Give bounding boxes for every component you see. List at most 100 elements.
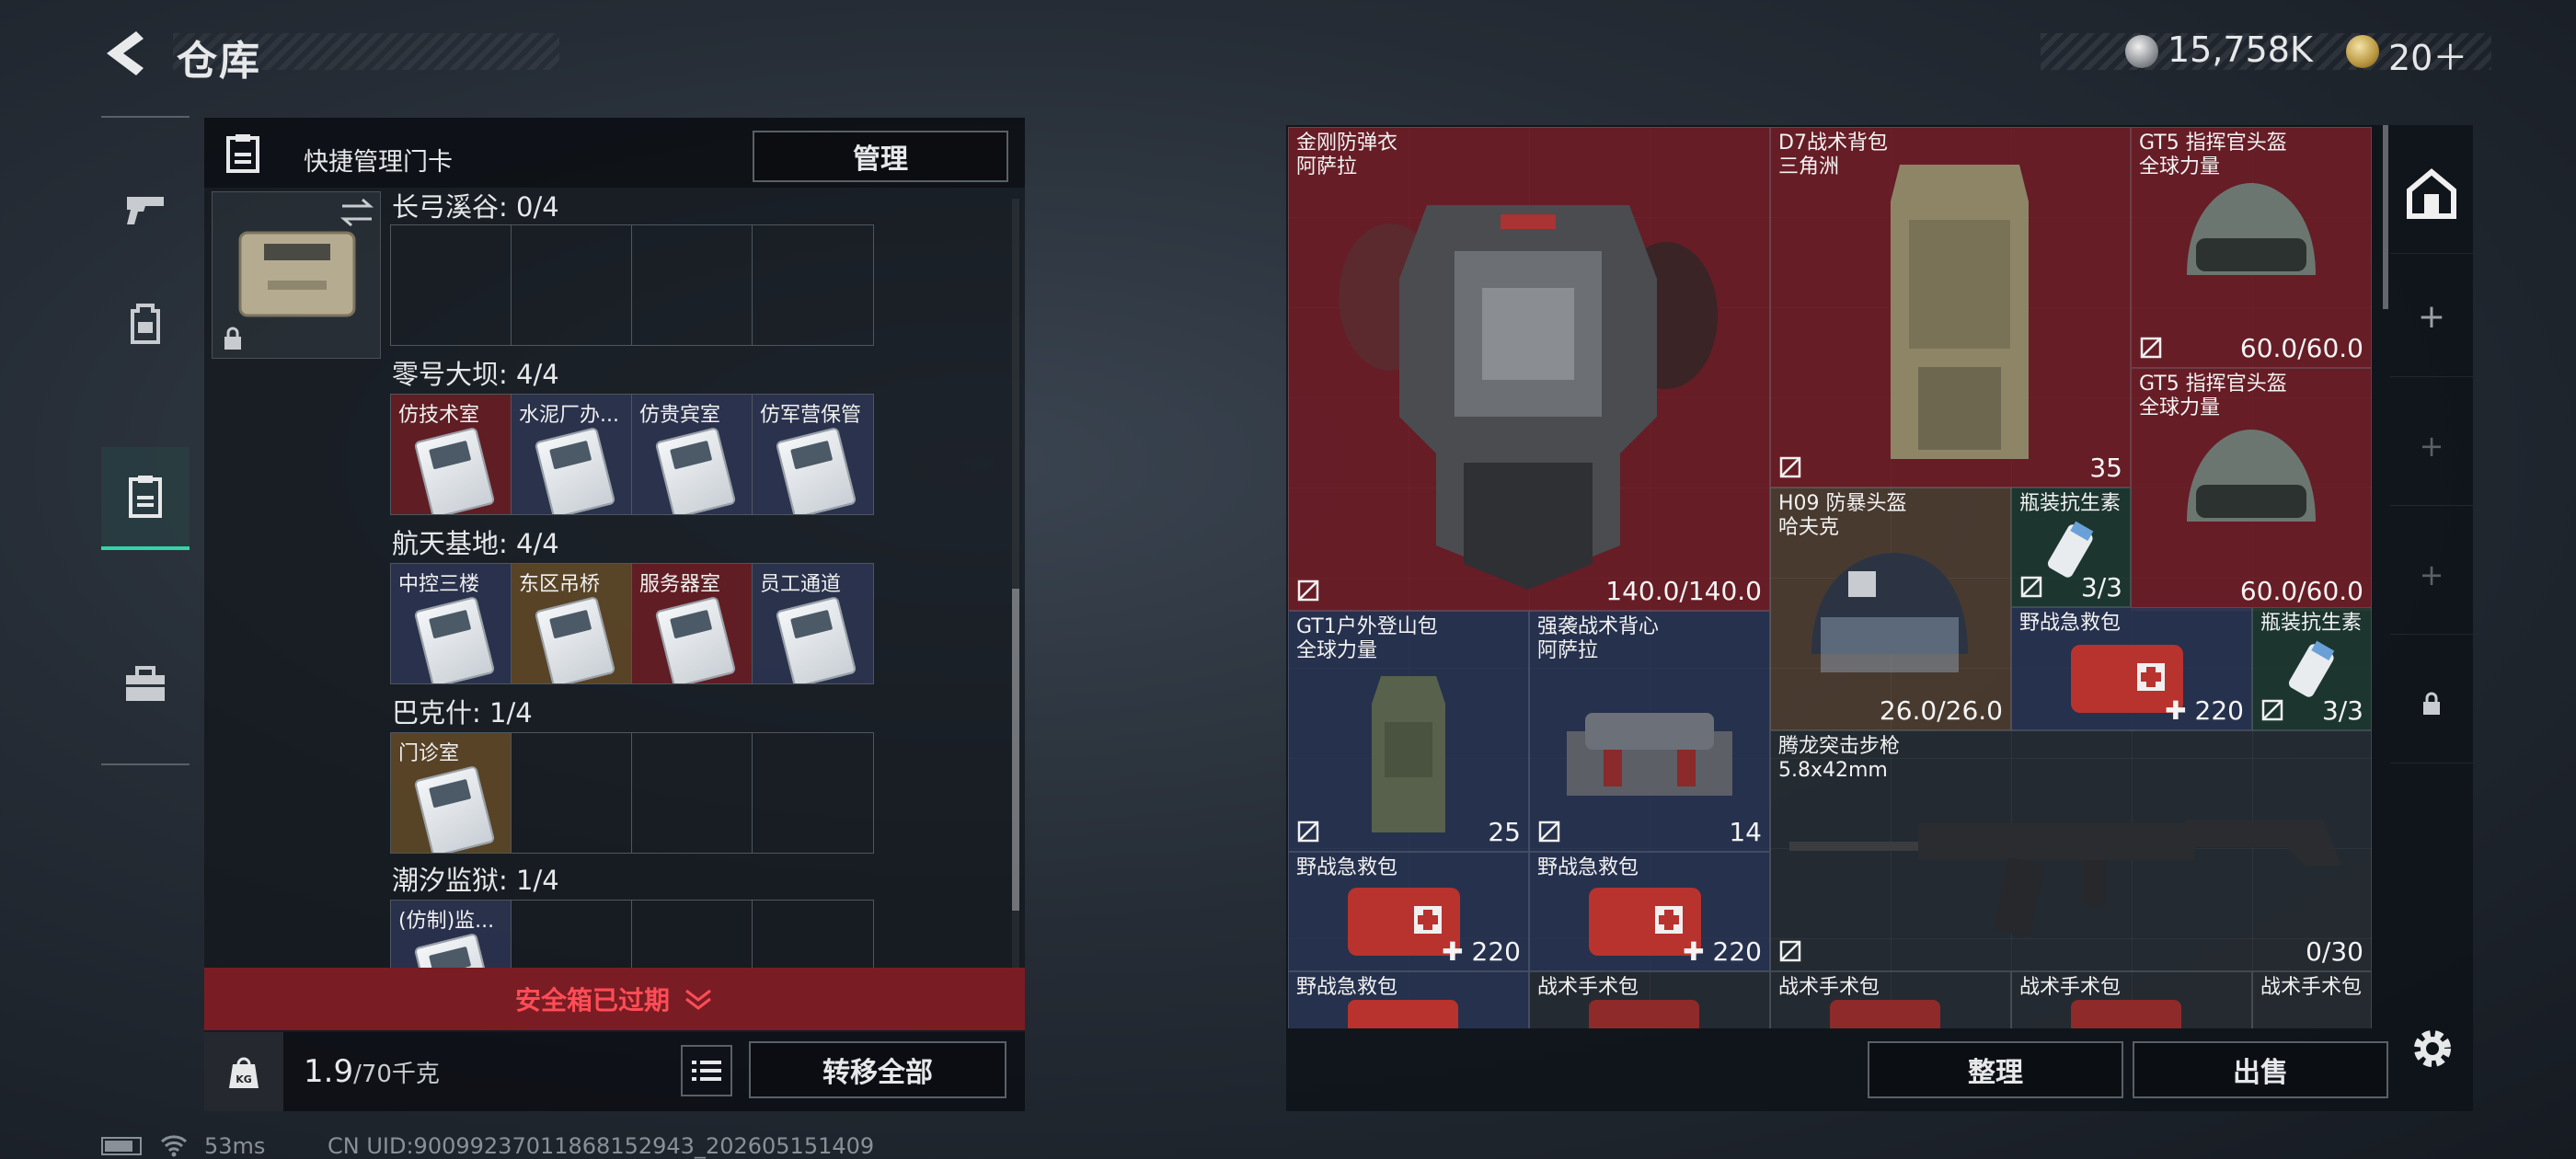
item-name: 战术手术包 (2260, 976, 2363, 999)
item-hp-value: 220 (2194, 695, 2244, 726)
gear-icon[interactable] (2409, 1025, 2456, 1073)
toolbox-icon (126, 666, 165, 701)
stash-item-antibiotics[interactable]: 瓶装抗生素 3/3 (2011, 488, 2131, 607)
stash-item-first-aid[interactable]: 野战急救包 ✚ 220 (2011, 607, 2252, 730)
item-name: H09 防暴头盔 哈夫克 (1778, 492, 1907, 539)
stash-item-vest[interactable]: 强袭战术背心 阿萨拉 14 (1529, 611, 1770, 852)
weight-max: /70千克 (353, 1061, 440, 1088)
stash-item-rifle[interactable]: 腾龙突击步枪 5.8x42mm 0/30 (1770, 730, 2372, 971)
pistol-icon (127, 197, 164, 224)
safe-box-expired-banner[interactable]: 安全箱已过期 (204, 968, 1025, 1030)
ping-readout: 53ms (204, 1133, 266, 1159)
stash-item-first-aid[interactable]: 野战急救包 ✚ 220 (1288, 852, 1529, 971)
item-name: 野战急救包 (1296, 976, 1398, 999)
stash-item-first-aid[interactable]: 野战急救包 (1288, 971, 1529, 1028)
stash-scrollbar[interactable] (2383, 125, 2388, 309)
stash-item-surgical-kit[interactable]: 战术手术包 (2011, 971, 2252, 1028)
stash-item-antibiotics[interactable]: 瓶装抗生素 3/3 (2252, 607, 2372, 730)
manage-button[interactable]: 管理 (753, 131, 1008, 182)
keycard-item[interactable]: 仿贵宾室 (632, 395, 753, 514)
keycard-item[interactable]: 仿军营保管 (753, 395, 873, 514)
no-trade-icon (2140, 337, 2162, 359)
sell-button[interactable]: 出售 (2133, 1041, 2388, 1098)
quick-manage-label: 快捷管理门卡 (304, 148, 453, 177)
sort-button[interactable]: 整理 (1868, 1041, 2123, 1098)
keycard-slot-empty[interactable] (512, 225, 632, 345)
keycard-slot-empty[interactable] (632, 733, 753, 853)
nav-tools[interactable] (101, 633, 190, 736)
keycard-slot-empty[interactable] (391, 225, 512, 345)
item-name: GT1户外登山包 全球力量 (1296, 615, 1438, 662)
list-icon (692, 1061, 721, 1081)
keycard-item[interactable]: 员工通道 (753, 564, 873, 683)
item-hp: ✚ 220 (2165, 695, 2244, 726)
keycard-item[interactable]: 中控三楼 (391, 564, 512, 683)
keycard-image (775, 426, 857, 514)
list-view-button[interactable] (681, 1045, 732, 1096)
keycard-slot-empty[interactable] (632, 225, 753, 345)
item-capacity: 35 (2089, 453, 2122, 483)
keycard-item[interactable]: 服务器室 (632, 564, 753, 683)
item-capacity: 25 (1488, 817, 1521, 847)
keycard-slot-empty[interactable] (512, 733, 632, 853)
item-ammo: 0/30 (2306, 936, 2363, 967)
vest-image (1567, 713, 1732, 796)
weight-readout: 1.9/70千克 (304, 1053, 440, 1090)
keycard-image (413, 764, 496, 853)
stash-item-surgical-kit[interactable]: 战术手术包 (1529, 971, 1770, 1028)
silver-coin-icon (2125, 35, 2158, 68)
rifle-image (1789, 820, 2341, 937)
stash-item-helmet[interactable]: H09 防暴头盔 哈夫克 26.0/26.0 (1770, 488, 2011, 730)
stash-tab-locked[interactable] (2390, 644, 2473, 763)
item-hp: ✚ 220 (1442, 936, 1521, 967)
nav-weapons[interactable] (101, 158, 190, 261)
item-durability: 60.0/60.0 (2239, 333, 2363, 363)
gold-coin-icon (2346, 35, 2379, 68)
nav-keycards[interactable] (101, 447, 190, 550)
weight-value: 1.9 (304, 1053, 354, 1090)
keycard-row: 门诊室 (390, 732, 874, 854)
stash-item-surgical-kit[interactable]: 战术手术包 (2252, 971, 2372, 1028)
swap-icon[interactable] (337, 197, 377, 228)
item-name: 野战急救包 (1537, 856, 1639, 879)
stash-item-backpack[interactable]: GT1户外登山包 全球力量 25 (1288, 611, 1529, 852)
stash-tab-add[interactable]: + (2390, 258, 2473, 377)
keycard-item[interactable]: 门诊室 (391, 733, 512, 853)
keycard-slot-empty[interactable] (753, 225, 873, 345)
keycard-item[interactable]: 东区吊桥 (512, 564, 632, 683)
stash-item-body-armor[interactable]: 金刚防弹衣 阿萨拉 140.0/140.0 (1288, 127, 1770, 611)
item-name: 战术手术包 (1778, 976, 1880, 999)
surgical-kit-image (1830, 1000, 1940, 1028)
stash-item-first-aid[interactable]: 野战急救包 ✚ 220 (1529, 852, 1770, 971)
keycard-item[interactable]: 仿技术室 (391, 395, 512, 514)
currency-value-gold[interactable]: 20＋ (2388, 29, 2467, 80)
stash-item-helmet[interactable]: GT5 指挥官头盔 全球力量 60.0/60.0 (2131, 127, 2372, 368)
stash-grid: 金刚防弹衣 阿萨拉 140.0/140.0 D7战术背包 三角洲 35 GT5 … (1288, 127, 2372, 1028)
stash-tab-add[interactable]: + (2390, 515, 2473, 635)
keycard-slot-empty[interactable] (632, 901, 753, 968)
keycard-image (534, 595, 616, 683)
keycard-name: 服务器室 (639, 573, 721, 596)
stash-tab-add[interactable]: + (2390, 386, 2473, 506)
item-uses: 3/3 (2321, 695, 2363, 726)
transfer-all-button[interactable]: 转移全部 (749, 1041, 1006, 1098)
stash-tab-main[interactable] (2390, 134, 2473, 254)
keycard-item[interactable]: (仿制)监... (391, 901, 512, 968)
keycard-slot-empty[interactable] (753, 733, 873, 853)
keycard-image (534, 426, 616, 514)
stash-item-backpack[interactable]: D7战术背包 三角洲 35 (1770, 127, 2131, 488)
keycard-row: 中控三楼 东区吊桥 服务器室 员工通道 (390, 563, 874, 684)
keycard-slot-empty[interactable] (753, 901, 873, 968)
nav-equipment[interactable] (101, 272, 190, 375)
item-name: GT5 指挥官头盔 全球力量 (2139, 373, 2287, 419)
user-uid: CN UID:9009923701186815294​3_20260515140… (328, 1133, 875, 1159)
stash-item-helmet[interactable]: GT5 指挥官头盔 全球力量 60.0/60.0 (2131, 368, 2372, 611)
stash-item-surgical-kit[interactable]: 战术手术包 (1770, 971, 2011, 1028)
back-arrow-icon[interactable] (99, 28, 153, 79)
scrollbar-thumb[interactable] (1012, 589, 1019, 911)
item-hp-value: 220 (1712, 936, 1762, 967)
weight-icon-box: KG (204, 1032, 283, 1111)
keycard-slot-empty[interactable] (512, 901, 632, 968)
keycard-item[interactable]: 水泥厂办... (512, 395, 632, 514)
keycard-icon (226, 134, 259, 173)
